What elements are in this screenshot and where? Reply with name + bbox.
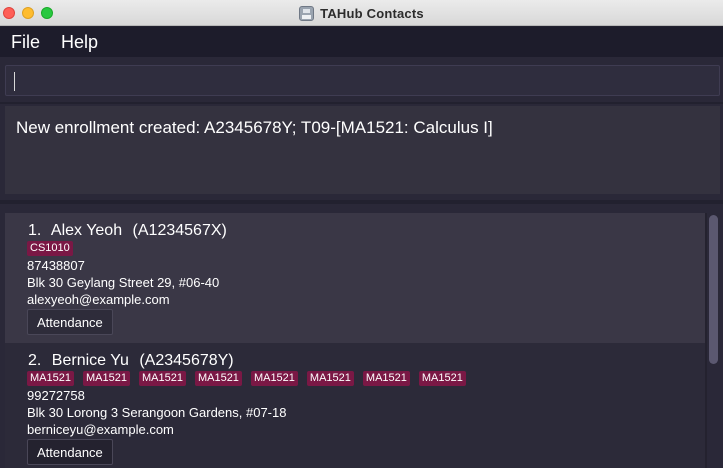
person-index: 2. (28, 352, 42, 369)
result-area: New enrollment created: A2345678Y; T09-[… (0, 104, 723, 200)
person-list: 1. Alex Yeoh (A1234567X) CS1010 87438807… (5, 213, 720, 468)
person-address: Blk 30 Geylang Street 29, #06-40 (27, 275, 220, 290)
person-name: Bernice Yu (51, 352, 129, 369)
menu-help[interactable]: Help (61, 32, 98, 53)
person-name-row: 2. Bernice Yu (A2345678Y) (28, 352, 234, 370)
tag-list: MA1521 MA1521 MA1521 MA1521 MA1521 MA152… (27, 371, 466, 386)
person-matric: (A2345678Y) (139, 352, 234, 369)
window-title-group: TAHub Contacts (0, 0, 723, 26)
command-input[interactable] (5, 65, 720, 96)
result-message: New enrollment created: A2345678Y; T09-[… (16, 118, 493, 137)
course-tag: MA1521 (250, 371, 298, 386)
person-phone: 87438807 (27, 258, 85, 273)
person-email: berniceyu@example.com (27, 422, 174, 437)
person-index: 1. (28, 222, 42, 239)
course-tag: CS1010 (27, 241, 73, 256)
course-tag: MA1521 (194, 371, 242, 386)
floppy-disk-icon (299, 5, 315, 21)
course-tag: MA1521 (138, 371, 186, 386)
tag-list: CS1010 (27, 241, 73, 256)
course-tag: MA1521 (82, 371, 130, 386)
person-name-row: 1. Alex Yeoh (A1234567X) (28, 222, 227, 240)
scrollbar-thumb[interactable] (709, 215, 718, 364)
person-list-panel: 1. Alex Yeoh (A1234567X) CS1010 87438807… (0, 204, 723, 468)
person-email: alexyeoh@example.com (27, 292, 170, 307)
menu-file[interactable]: File (11, 32, 40, 53)
course-tag: MA1521 (362, 371, 410, 386)
attendance-button[interactable]: Attendance (27, 439, 113, 465)
title-bar: TAHub Contacts (0, 0, 723, 26)
result-display: New enrollment created: A2345678Y; T09-[… (5, 106, 720, 194)
person-matric: (A1234567X) (132, 222, 227, 239)
window-title: TAHub Contacts (320, 5, 424, 21)
person-name: Alex Yeoh (50, 222, 123, 239)
course-tag: MA1521 (27, 371, 74, 386)
person-address: Blk 30 Lorong 3 Serangoon Gardens, #07-1… (27, 405, 287, 420)
command-area (0, 57, 723, 102)
attendance-button[interactable]: Attendance (27, 309, 113, 335)
course-tag: MA1521 (306, 371, 354, 386)
person-card[interactable]: 2. Bernice Yu (A2345678Y) MA1521 MA1521 … (5, 343, 705, 468)
text-caret (14, 72, 15, 91)
vertical-scrollbar[interactable] (707, 213, 720, 468)
course-tag: MA1521 (418, 371, 466, 386)
person-phone: 99272758 (27, 388, 85, 403)
menu-bar: File Help (0, 27, 723, 57)
person-card[interactable]: 1. Alex Yeoh (A1234567X) CS1010 87438807… (5, 213, 705, 343)
